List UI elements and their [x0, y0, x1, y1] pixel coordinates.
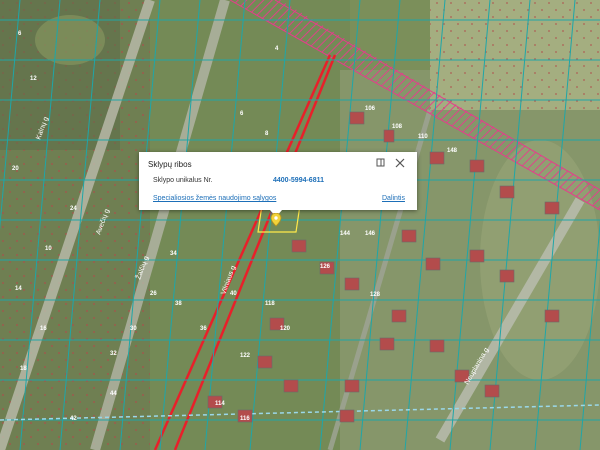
- plot-number: 36: [200, 326, 207, 332]
- plot-number: 14: [15, 286, 22, 292]
- plot-number: 24: [70, 206, 77, 212]
- plot-number: 20: [12, 166, 19, 172]
- plot-number: 120: [280, 326, 291, 332]
- imagery-field-northeast-dots: [430, 0, 600, 110]
- plot-number: 34: [170, 251, 177, 257]
- plot-number: 30: [130, 326, 137, 332]
- plot-number: 118: [265, 301, 275, 307]
- plot-number: 108: [392, 124, 403, 130]
- plot-number: 126: [320, 264, 331, 270]
- popup-title: Sklypų ribos: [148, 160, 192, 169]
- plot-number: 40: [230, 291, 237, 297]
- close-icon[interactable]: [394, 157, 406, 169]
- plot-number: 10: [45, 246, 52, 252]
- plot-number: 144: [340, 231, 351, 237]
- field-label: Sklypo unikalus Nr.: [153, 177, 213, 184]
- special-conditions-link[interactable]: Specialiosios žemės naudojimo sąlygos: [153, 195, 276, 202]
- plot-number: 148: [447, 148, 458, 154]
- plot-number: 32: [110, 351, 117, 357]
- plot-number: 44: [110, 391, 117, 397]
- plot-number: 116: [240, 416, 250, 422]
- plot-number: 128: [370, 292, 381, 298]
- plot-number: 26: [150, 291, 157, 297]
- plot-number: 122: [240, 353, 251, 359]
- plot-number: 38: [175, 301, 182, 307]
- map-view[interactable]: Kalnų g Avečių g Žalčių g Vilniaus g Neu…: [0, 0, 600, 450]
- field-value-link[interactable]: 4400-5994-6811: [273, 177, 324, 184]
- plot-number: 106: [365, 106, 376, 112]
- plot-number: 42: [70, 416, 77, 422]
- plot-number: 12: [30, 76, 37, 82]
- plot-number: 16: [40, 326, 47, 332]
- share-link[interactable]: Dalintis: [382, 195, 405, 202]
- plot-info-popup: Sklypų ribos Sklypo unikalus Nr. 4400-59…: [139, 152, 417, 217]
- plot-number: 114: [215, 401, 225, 407]
- maximize-icon[interactable]: [375, 157, 387, 169]
- plot-number: 110: [418, 134, 428, 140]
- location-pin-icon[interactable]: [270, 212, 282, 227]
- plot-number: 18: [20, 366, 27, 372]
- plot-number: 146: [365, 231, 376, 237]
